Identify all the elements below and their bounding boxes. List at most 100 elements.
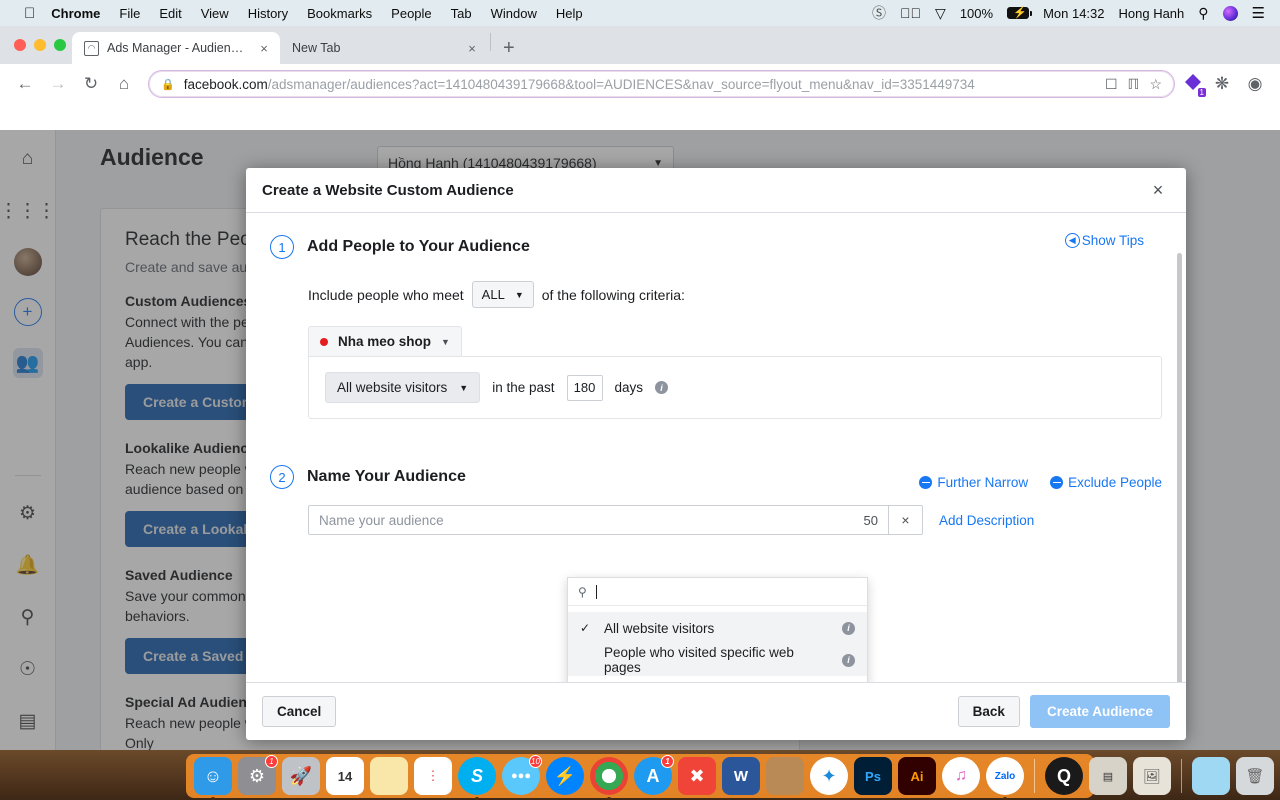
- lock-icon: 🔒: [161, 78, 175, 91]
- dock-icon-reminders[interactable]: ⋮: [414, 757, 452, 795]
- info-icon[interactable]: i: [842, 653, 855, 667]
- menu-item-people[interactable]: People: [391, 6, 431, 21]
- shield-check-icon[interactable]: ✓⃝: [900, 5, 921, 21]
- back-button[interactable]: Back: [957, 696, 1020, 727]
- dock-icon-zalo[interactable]: Zalo: [986, 757, 1024, 800]
- exclude-people-button[interactable]: Exclude People: [1050, 475, 1162, 490]
- control-center-icon[interactable]: ☰: [1252, 4, 1265, 22]
- dropdown-option-specific-web-pages[interactable]: People who visited specific web pages i: [568, 644, 867, 676]
- bookmark-star-icon[interactable]: ☆: [1149, 76, 1162, 93]
- window-controls[interactable]: [14, 39, 66, 51]
- extension-two-icon[interactable]: ❋: [1207, 69, 1237, 99]
- tab-divider: [490, 33, 491, 51]
- info-icon[interactable]: i: [842, 621, 855, 635]
- dock-icon-system-preferences[interactable]: ⚙ 1: [238, 755, 278, 795]
- chevron-down-icon: ▼: [514, 289, 524, 300]
- dock-icon-safari[interactable]: ✦: [810, 757, 848, 795]
- spotlight-search-icon[interactable]: ⚲: [1198, 5, 1208, 22]
- menubar-username[interactable]: Hong Hanh: [1119, 6, 1185, 21]
- dock-icon-contacts[interactable]: [766, 757, 804, 795]
- rule-type-select[interactable]: All website visitors ▼: [325, 372, 481, 403]
- forward-icon[interactable]: →: [43, 69, 73, 99]
- dock-icon-illustrator[interactable]: Ai: [898, 757, 936, 795]
- menu-item-help[interactable]: Help: [556, 6, 583, 21]
- dropdown-option-all-website-visitors[interactable]: ✓ All website visitors i: [568, 612, 867, 644]
- dropdown-search-field[interactable]: ⚲: [568, 578, 867, 606]
- extension-icon[interactable]: 1: [1184, 74, 1206, 97]
- info-icon[interactable]: i: [655, 381, 669, 394]
- dock-icon-quicktime[interactable]: Q: [1045, 757, 1083, 795]
- dock-icon-xmind[interactable]: ✖: [678, 757, 716, 795]
- audience-name-input[interactable]: Name your audience 50 ×: [308, 505, 923, 535]
- reload-icon[interactable]: ↻: [76, 69, 106, 99]
- dock-icon-finder[interactable]: ☺: [194, 757, 232, 800]
- step-1: 1 Add People to Your Audience: [270, 235, 1162, 259]
- dock-icon-app-store[interactable]: A1: [634, 755, 674, 795]
- menu-item-history[interactable]: History: [248, 6, 288, 21]
- dock-icon-word[interactable]: W: [722, 757, 760, 795]
- wifi-icon[interactable]: ▽: [935, 5, 946, 22]
- dock-icon-downloads-folder[interactable]: [1192, 757, 1230, 795]
- dock-icon-calendar[interactable]: 14: [326, 757, 364, 795]
- further-narrow-button[interactable]: Further Narrow: [919, 475, 1028, 490]
- clear-input-icon[interactable]: ×: [888, 506, 922, 534]
- dock-icon-preview[interactable]: 🖼: [1133, 757, 1171, 795]
- battery-icon[interactable]: ⚡: [1007, 7, 1033, 19]
- dock-icon-trash[interactable]: 🗑: [1236, 757, 1274, 795]
- extension-three-icon[interactable]: ◉: [1240, 69, 1270, 99]
- dock-icon-skype[interactable]: S: [458, 757, 496, 800]
- tab-ads-manager[interactable]: ◠ Ads Manager - Audiences ×: [72, 32, 280, 64]
- maximize-window-button[interactable]: [54, 39, 66, 51]
- retention-days-input[interactable]: 180: [566, 374, 603, 401]
- apple-logo-icon[interactable]: : [24, 6, 35, 21]
- dock-icon-itunes[interactable]: ♫: [942, 757, 980, 795]
- menu-item-file[interactable]: File: [119, 6, 140, 21]
- dock-icon-photoshop[interactable]: Ps: [854, 757, 892, 795]
- battery-percent: 100%: [959, 5, 994, 21]
- create-audience-button[interactable]: Create Audience: [1029, 695, 1170, 728]
- dropdown-option-label: People who visited specific web pages: [604, 645, 794, 675]
- siri-icon[interactable]: [1222, 5, 1238, 21]
- menu-item-chrome[interactable]: Chrome: [51, 6, 100, 21]
- dock-icon-notes[interactable]: [370, 757, 408, 795]
- dock-icon-messages[interactable]: ●●● 10: [502, 755, 542, 795]
- modal-header: Create a Website Custom Audience ×: [246, 168, 1186, 213]
- exclude-people-label: Exclude People: [1068, 475, 1162, 490]
- back-icon[interactable]: ←: [10, 69, 40, 99]
- translate-icon[interactable]: ℿ: [1128, 76, 1140, 93]
- menu-item-window[interactable]: Window: [491, 6, 537, 21]
- tab-new-tab[interactable]: New Tab ×: [280, 32, 488, 64]
- add-description-button[interactable]: Add Description: [939, 513, 1034, 528]
- menubar-clock[interactable]: Mon 14:32: [1043, 6, 1104, 21]
- dock-icon-chrome[interactable]: [590, 757, 628, 800]
- character-count: 50: [863, 512, 878, 528]
- address-bar[interactable]: 🔒 facebook.com/adsmanager/audiences?act=…: [148, 70, 1175, 98]
- close-window-button[interactable]: [14, 39, 26, 51]
- dropdown-option-visitors-by-time-spent[interactable]: Visitors by time spent: [568, 676, 867, 682]
- pixel-source-selector[interactable]: Nha meo shop ▼: [308, 326, 462, 357]
- dock-icon-launchpad[interactable]: 🚀: [282, 757, 320, 795]
- menu-item-edit[interactable]: Edit: [159, 6, 181, 21]
- do-not-disturb-icon[interactable]: Ⓢ: [872, 3, 886, 23]
- dock-icon-calculator[interactable]: ▤: [1089, 757, 1127, 795]
- modal-scrollbar[interactable]: [1177, 253, 1182, 682]
- menu-item-tab[interactable]: Tab: [451, 6, 472, 21]
- home-icon[interactable]: ⌂: [109, 69, 139, 99]
- menu-item-view[interactable]: View: [201, 6, 229, 21]
- step-1-number: 1: [270, 235, 294, 259]
- rule-type-value: All website visitors: [337, 380, 448, 395]
- tab-close-icon[interactable]: ×: [256, 41, 272, 56]
- dock-icon-messenger[interactable]: ⚡: [546, 757, 584, 795]
- criteria-suffix-label: of the following criteria:: [541, 286, 685, 303]
- new-tab-button[interactable]: +: [503, 38, 515, 58]
- minimize-window-button[interactable]: [34, 39, 46, 51]
- show-tips-button[interactable]: ◀ Show Tips: [1064, 233, 1144, 248]
- menu-item-bookmarks[interactable]: Bookmarks: [307, 6, 372, 21]
- narrow-exclude-row: Further Narrow Exclude People: [919, 475, 1162, 490]
- cancel-button[interactable]: Cancel: [262, 696, 337, 727]
- cast-icon[interactable]: ☐: [1105, 76, 1118, 93]
- criteria-match-select[interactable]: ALL ▼: [471, 281, 534, 308]
- rule-box: All website visitors ▼ in the past 180 d…: [308, 356, 1162, 419]
- close-icon[interactable]: ×: [1146, 178, 1170, 202]
- tab-close-icon[interactable]: ×: [464, 41, 480, 56]
